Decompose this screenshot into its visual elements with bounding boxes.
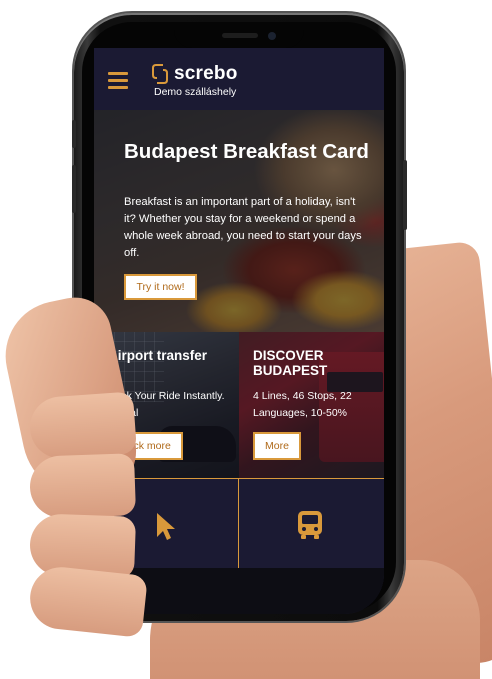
card-description: 4 Lines, 46 Stops, 22 Languages, 10-50% bbox=[253, 390, 352, 419]
hand-finger bbox=[27, 564, 148, 638]
cursor-icon bbox=[157, 513, 175, 540]
phone-speaker bbox=[222, 33, 258, 38]
app-screen: screbo Demo szálláshely Budapest Breakfa… bbox=[94, 48, 384, 614]
bus-icon bbox=[298, 511, 322, 539]
discover-budapest-card: DISCOVER BUDAPEST 4 Lines, 46 Stops, 22 … bbox=[239, 332, 384, 478]
hero-title: Budapest Breakfast Card bbox=[124, 140, 369, 163]
hero-banner: Budapest Breakfast Card Breakfast is an … bbox=[94, 110, 384, 332]
brand-name: screbo bbox=[174, 63, 238, 84]
more-button[interactable]: More bbox=[253, 432, 301, 460]
screbo-logo-icon bbox=[152, 64, 168, 84]
bottom-nav bbox=[94, 478, 384, 569]
hand-finger bbox=[27, 391, 138, 461]
phone-side-button bbox=[403, 160, 407, 230]
brand-subtitle: Demo szálláshely bbox=[154, 86, 237, 98]
phone-side-button bbox=[72, 120, 76, 148]
bottom-nav-item-bus[interactable] bbox=[239, 479, 383, 569]
hero-description: Breakfast is an important part of a holi… bbox=[124, 196, 362, 259]
photo-scene: screbo Demo szálláshely Budapest Breakfa… bbox=[0, 0, 492, 679]
card-title: Airport transfer bbox=[108, 348, 208, 363]
hamburger-menu-icon[interactable] bbox=[108, 72, 128, 90]
phone-side-button bbox=[72, 165, 76, 213]
try-it-now-button[interactable]: Try it now! bbox=[124, 274, 197, 300]
card-title: DISCOVER BUDAPEST bbox=[253, 348, 328, 378]
phone-camera bbox=[268, 32, 276, 40]
app-header: screbo Demo szálláshely bbox=[94, 48, 384, 110]
hand-finger bbox=[28, 453, 137, 519]
